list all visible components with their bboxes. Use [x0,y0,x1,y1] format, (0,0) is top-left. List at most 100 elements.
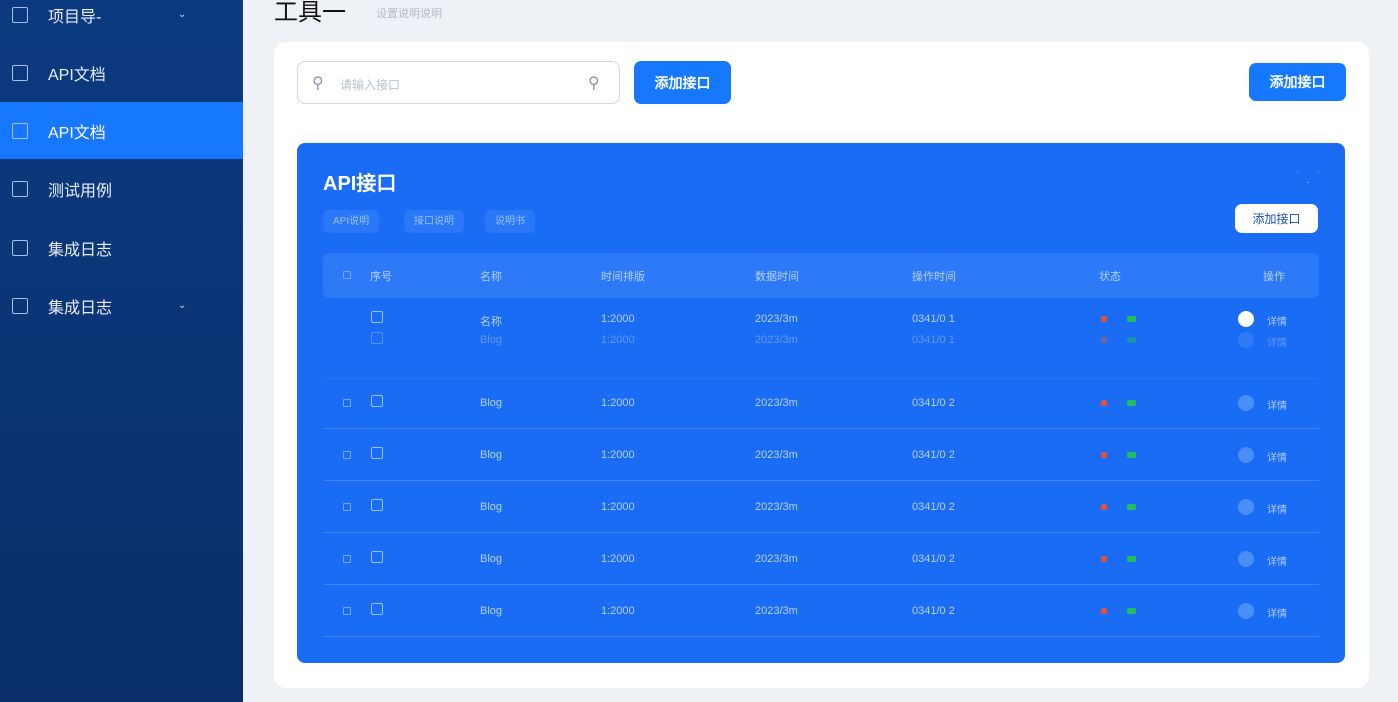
action-icon[interactable] [1238,603,1254,619]
column-header: 状态 [1099,271,1121,283]
collapse-chevron-icon[interactable] [1297,171,1319,183]
sidebar-item-label: 集成日志 [48,299,113,317]
row-op-time: 0341/0 2 [912,449,955,461]
detail-link[interactable]: 详情 [1267,553,1287,568]
sidebar-item[interactable]: 集成日志 [0,219,243,276]
status-green-dot [1127,608,1136,614]
test-icon [12,180,28,197]
row-checkbox[interactable] [343,503,351,511]
status-green-dot [1127,452,1136,458]
add-api-button[interactable]: 添加接口 [634,61,731,104]
table-row[interactable]: Blog 1:2000 2023/3m 0341/0 2 详情 [323,481,1319,533]
status-green-dot [1127,556,1136,562]
action-icon[interactable] [1238,447,1254,463]
table-row[interactable]: Blog 1:2000 2023/3m 0341/0 1 详情 [323,324,1319,379]
status-red-dot [1101,400,1107,406]
table-row[interactable]: Blog 1:2000 2023/3m 0341/0 2 详情 [323,429,1319,481]
row-time: 1:2000 [601,605,635,617]
row-time: 1:2000 [601,449,635,461]
row-checkbox[interactable] [343,399,351,407]
row-checkbox[interactable] [343,555,351,563]
status-red-dot [1101,556,1107,562]
status-green-dot [1127,337,1136,343]
row-date: 2023/3m [755,449,798,461]
status-red-dot [1101,608,1107,614]
add-api-right-button[interactable]: 添加接口 [1249,63,1346,101]
search-icon: ⚲ [312,75,324,92]
sidebar-item[interactable]: API文档 [0,44,243,101]
log-icon [12,239,28,256]
row-time: 1:2000 [601,553,635,565]
row-checkbox[interactable] [343,451,351,459]
action-icon[interactable] [1238,499,1254,515]
table-row[interactable]: Blog 1:2000 2023/3m 0341/0 2 详情 [323,585,1319,637]
table-row[interactable]: Blog 1:2000 2023/3m 0341/0 2 详情 [323,533,1319,585]
page-subtitle: 设置说明说明 [376,8,442,20]
row-date: 2023/3m [755,334,798,346]
sidebar-item[interactable]: API文档 [0,102,243,159]
sidebar-item-label: 项目导- [48,8,102,26]
sidebar-item[interactable]: 测试用例 [0,160,243,217]
row-doc-icon [371,499,383,511]
table-row[interactable]: Blog 1:2000 2023/3m 0341/0 2 详情 [323,377,1319,429]
status-red-dot [1101,316,1107,322]
row-name: Blog [480,553,503,565]
column-header: 时间排版 [601,271,645,283]
sidebar-item-label: 集成日志 [48,241,113,259]
status-green-dot [1127,400,1136,406]
status-red-dot [1101,337,1107,343]
column-header: 数据时间 [755,271,799,283]
action-icon[interactable] [1238,551,1254,567]
filter-chip[interactable]: API说明 [323,210,380,233]
mail-icon [12,122,28,139]
row-op-time: 0341/0 2 [912,501,955,513]
column-header: 操作 [1263,271,1285,283]
row-doc-icon [371,447,383,459]
table-header: 序号 名称 时间排版 数据时间 操作时间 状态 操作 [323,253,1319,298]
chevron-down-icon[interactable]: ⌄ [178,300,186,311]
action-icon[interactable] [1238,332,1254,348]
row-date: 2023/3m [755,397,798,409]
column-header: 名称 [480,271,502,283]
detail-link[interactable]: 详情 [1267,501,1287,516]
row-date: 2023/3m [755,553,798,565]
status-green-dot [1127,316,1136,322]
search-submit-icon[interactable]: ⚲ [588,73,600,93]
action-icon[interactable] [1238,395,1254,411]
detail-link[interactable]: 详情 [1267,449,1287,464]
filter-chip[interactable]: 接口说明 [404,210,464,233]
row-name: Blog [480,334,503,346]
detail-link[interactable]: 详情 [1267,397,1287,412]
column-header: 序号 [370,271,392,283]
status-green-dot [1127,504,1136,510]
sidebar: 项目导- ⌄ API文档 API文档 测试用例 集成日志 集成日志 ⌄ [0,0,243,702]
status-red-dot [1101,452,1107,458]
sidebar-item[interactable]: 集成日志 ⌄ [0,277,243,334]
row-checkbox[interactable] [343,607,351,615]
row-op-time: 0341/0 2 [912,397,955,409]
doc-icon [12,64,28,81]
row-doc-icon [371,311,383,323]
row-doc-icon [371,603,383,615]
select-all-checkbox[interactable] [343,271,351,279]
column-header: 操作时间 [912,271,956,283]
sidebar-item[interactable]: 项目导- ⌄ [0,0,243,43]
row-op-time: 0341/0 2 [912,605,955,617]
sidebar-item-label: API文档 [48,66,106,84]
search-input[interactable]: ⚲ 请输入接口 ⚲ [297,61,620,104]
detail-link[interactable]: 详情 [1267,334,1287,349]
row-name: Blog [480,605,503,617]
row-name: Blog [480,449,503,461]
chevron-down-icon[interactable]: ⌄ [178,9,186,20]
panel-add-button[interactable]: 添加接口 [1235,204,1318,233]
row-time: 1:2000 [601,397,635,409]
row-time: 1:2000 [601,501,635,513]
detail-link[interactable]: 详情 [1267,605,1287,620]
filter-chip[interactable]: 说明书 [485,210,535,233]
row-name: Blog [480,397,503,409]
row-doc-icon [371,395,383,407]
sidebar-item-label: 测试用例 [48,182,113,200]
page-title: 工具一 [274,0,346,26]
row-doc-icon [371,332,383,344]
search-placeholder: 请输入接口 [340,78,401,92]
